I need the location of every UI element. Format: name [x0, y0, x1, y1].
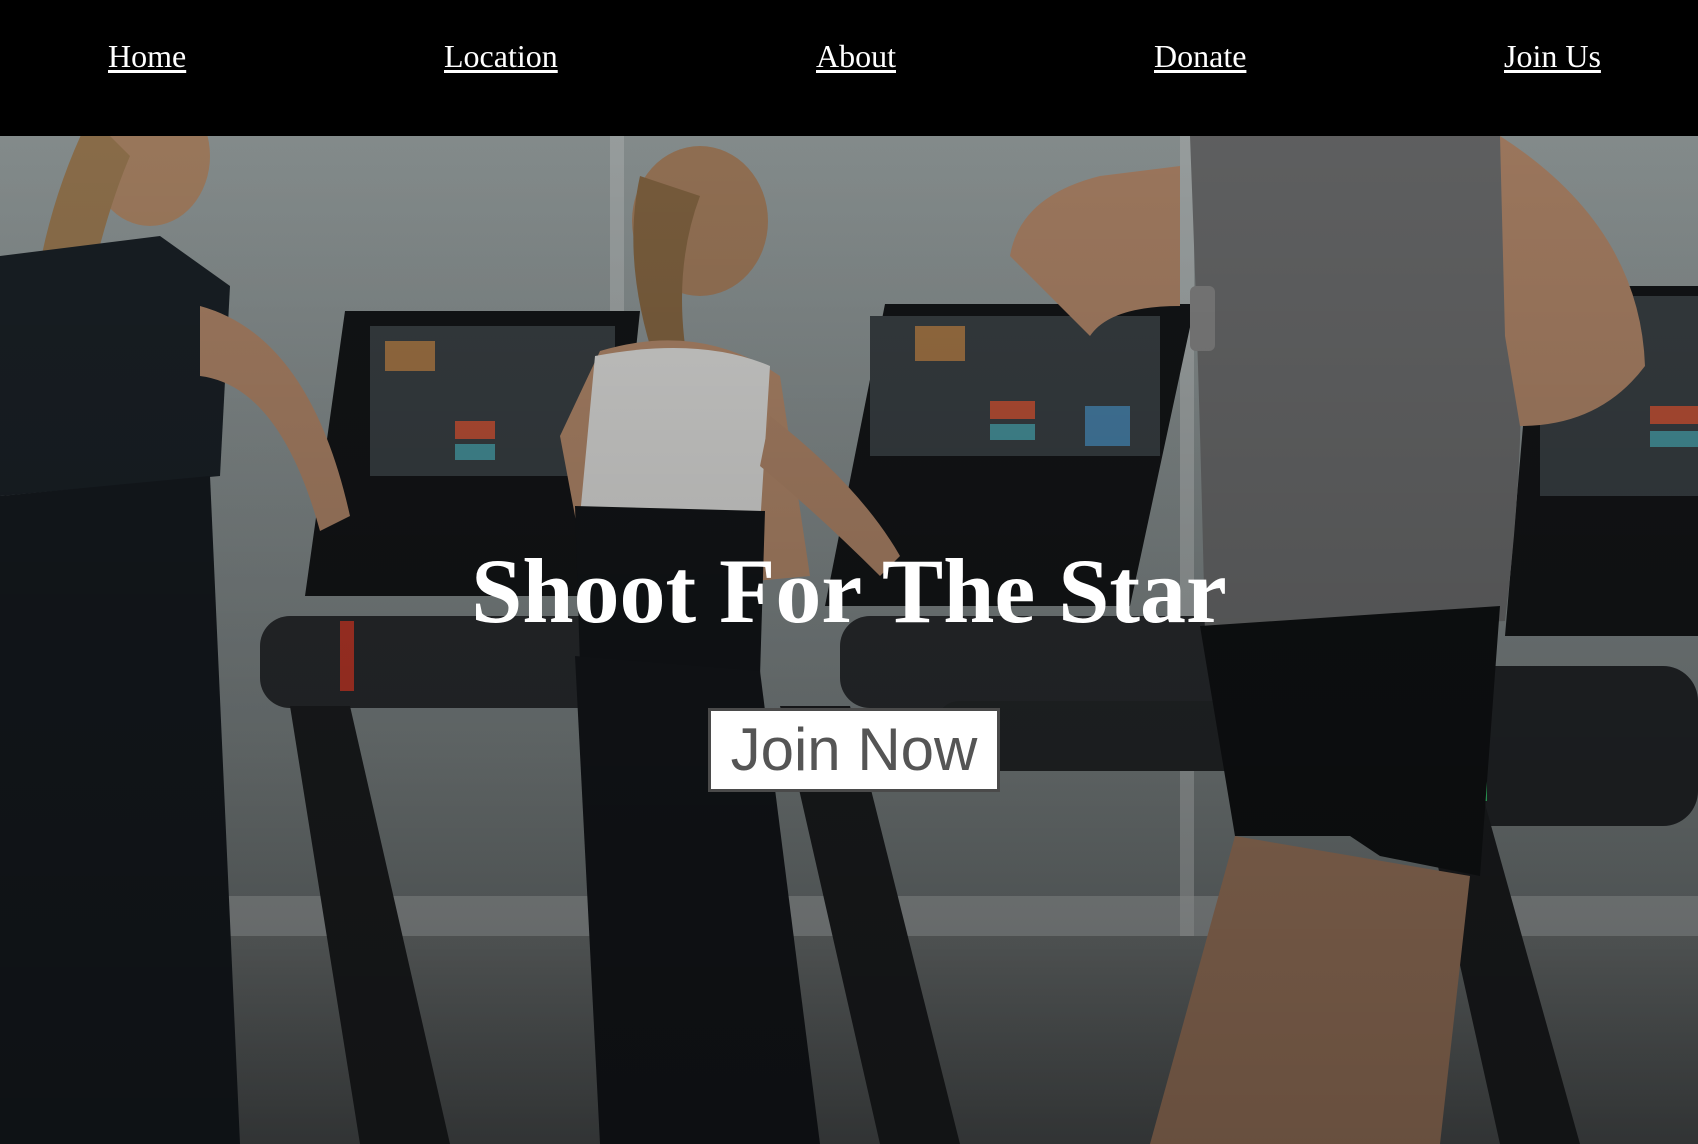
join-now-button[interactable]: Join Now	[708, 708, 1000, 792]
nav-link-home[interactable]: Home	[108, 36, 186, 76]
top-navigation-bar: Home Location About Donate Join Us	[0, 0, 1698, 136]
nav-link-location[interactable]: Location	[444, 36, 558, 76]
hero-title: Shoot For The Star	[471, 540, 1227, 642]
nav-link-join-us[interactable]: Join Us	[1504, 36, 1601, 76]
hero-section: Shoot For The Star Join Now	[0, 136, 1698, 1144]
nav-link-donate[interactable]: Donate	[1154, 36, 1246, 76]
nav-link-about[interactable]: About	[816, 36, 896, 76]
